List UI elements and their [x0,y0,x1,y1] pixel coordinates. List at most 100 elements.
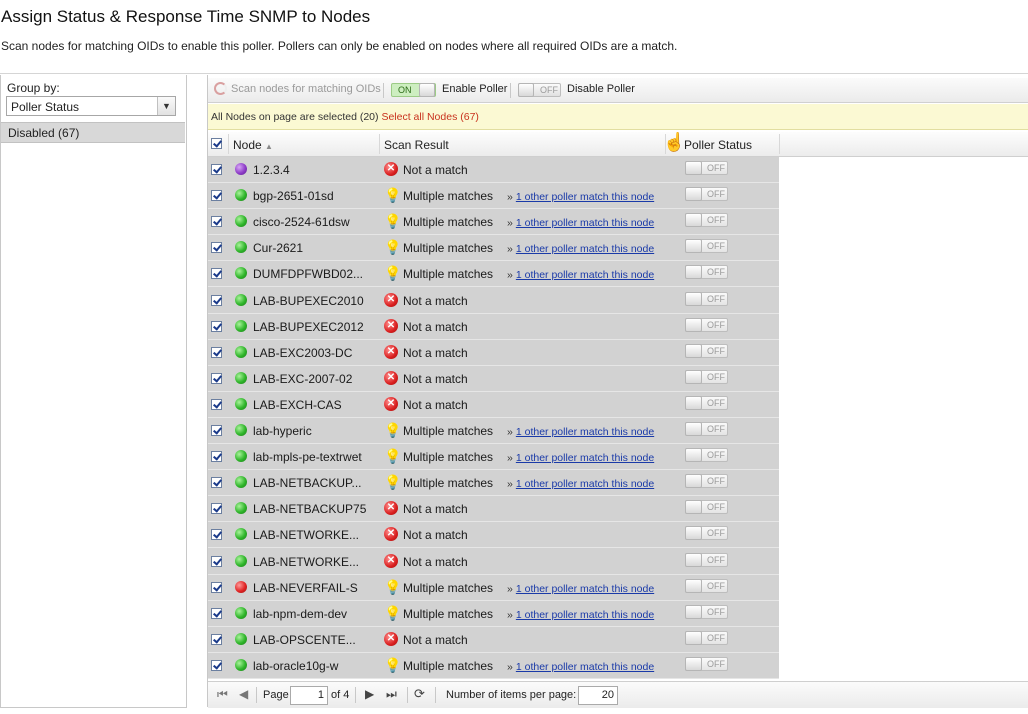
table-row[interactable]: DUMFDPFWBD02... 💡 Multiple matches » 1 other… [208,261,779,287]
table-row[interactable]: lab-mpls-pe-textrwet 💡 Multiple matches » 1 … [208,444,779,470]
other-poller-match-link[interactable]: » 1 other poller match this node [507,243,654,255]
row-checkbox[interactable] [211,451,222,462]
poller-status-toggle[interactable]: OFF [685,448,728,462]
other-poller-match-link[interactable]: » 1 other poller match this node [507,583,654,595]
next-page-icon[interactable]: ▶ [365,687,374,701]
prev-page-icon[interactable]: ◀ [239,687,248,701]
node-name[interactable]: LAB-NETBACKUP... [253,476,381,490]
node-name[interactable]: lab-mpls-pe-textrwet [253,450,381,464]
node-name[interactable]: Cur-2621 [253,241,381,255]
node-name[interactable]: LAB-NEVERFAIL-S [253,581,381,595]
last-page-icon[interactable]: ⏭ [386,687,397,702]
row-checkbox[interactable] [211,164,222,175]
node-name[interactable]: LAB-EXC-2007-02 [253,372,381,386]
other-poller-match-link[interactable]: » 1 other poller match this node [507,478,654,490]
poller-status-toggle[interactable]: OFF [685,292,728,306]
row-checkbox[interactable] [211,425,222,436]
table-row[interactable]: LAB-NETBACKUP... 💡 Multiple matches » 1 othe… [208,470,779,496]
table-row[interactable]: LAB-EXCH-CAS ✕ Not a match OFF [208,392,779,418]
enable-poller-button[interactable]: Enable Poller [442,83,507,95]
node-name[interactable]: DUMFDPFWBD02... [253,267,381,281]
node-name[interactable]: lab-hyperic [253,424,381,438]
table-row[interactable]: lab-oracle10g-w 💡 Multiple matches » 1 other… [208,653,779,679]
table-row[interactable]: Cur-2621 💡 Multiple matches » 1 other poller… [208,235,779,261]
poller-status-toggle[interactable]: OFF [685,526,728,540]
select-all-link[interactable]: Select all Nodes (67) [381,111,478,123]
node-name[interactable]: lab-oracle10g-w [253,659,381,673]
node-name[interactable]: LAB-EXC2003-DC [253,346,381,360]
table-row[interactable]: LAB-NETBACKUP75 ✕ Not a match OFF [208,496,779,522]
row-checkbox[interactable] [211,477,222,488]
row-checkbox[interactable] [211,556,222,567]
column-header-scan-result[interactable]: Scan Result [384,138,449,152]
poller-status-toggle[interactable]: OFF [685,631,728,645]
row-checkbox[interactable] [211,347,222,358]
node-name[interactable]: cisco-2524-61dsw [253,215,381,229]
node-name[interactable]: lab-npm-dem-dev [253,607,381,621]
table-row[interactable]: LAB-OPSCENTE... ✕ Not a match OFF [208,627,779,653]
column-header-poller-status[interactable]: Poller Status [684,138,752,152]
poller-status-toggle[interactable]: OFF [685,161,728,175]
select-all-checkbox[interactable] [211,138,222,149]
poller-status-toggle[interactable]: OFF [685,500,728,514]
disable-poller-button[interactable]: Disable Poller [567,83,635,95]
table-row[interactable]: LAB-EXC2003-DC ✕ Not a match OFF [208,340,779,366]
table-row[interactable]: LAB-EXC-2007-02 ✕ Not a match OFF [208,366,779,392]
table-row[interactable]: LAB-NETWORKE... ✕ Not a match OFF [208,549,779,575]
row-checkbox[interactable] [211,660,222,671]
node-name[interactable]: bgp-2651-01sd [253,189,381,203]
poller-status-toggle[interactable]: OFF [685,657,728,671]
table-row[interactable]: lab-hyperic 💡 Multiple matches » 1 other pol… [208,418,779,444]
table-row[interactable]: LAB-NETWORKE... ✕ Not a match OFF [208,522,779,548]
other-poller-match-link[interactable]: » 1 other poller match this node [507,269,654,281]
group-item-disabled[interactable]: Disabled (67) [1,122,185,143]
node-name[interactable]: LAB-NETBACKUP75 [253,502,381,516]
row-checkbox[interactable] [211,190,222,201]
row-checkbox[interactable] [211,321,222,332]
node-name[interactable]: LAB-OPSCENTE... [253,633,381,647]
poller-status-toggle[interactable]: OFF [685,474,728,488]
node-name[interactable]: 1.2.3.4 [253,163,381,177]
table-row[interactable]: LAB-BUPEXEC2012 ✕ Not a match OFF [208,314,779,340]
table-row[interactable]: cisco-2524-61dsw 💡 Multiple matches » 1 othe… [208,209,779,235]
table-row[interactable]: bgp-2651-01sd 💡 Multiple matches » 1 other p… [208,183,779,209]
table-row[interactable]: LAB-NEVERFAIL-S 💡 Multiple matches » 1 other… [208,575,779,601]
enable-poller-toggle[interactable]: ON [391,83,436,97]
first-page-icon[interactable]: ⏮ [217,687,228,702]
disable-poller-toggle[interactable]: OFF [518,83,561,97]
row-checkbox[interactable] [211,268,222,279]
row-checkbox[interactable] [211,503,222,514]
scan-nodes-button[interactable]: Scan nodes for matching OIDs [231,83,381,95]
node-name[interactable]: LAB-BUPEXEC2012 [253,320,381,334]
node-name[interactable]: LAB-NETWORKE... [253,555,381,569]
poller-status-toggle[interactable]: OFF [685,239,728,253]
poller-status-toggle[interactable]: OFF [685,579,728,593]
chevron-down-icon[interactable]: ▼ [157,97,175,115]
page-number-input[interactable]: 1 [290,686,328,705]
node-name[interactable]: LAB-NETWORKE... [253,528,381,542]
other-poller-match-link[interactable]: » 1 other poller match this node [507,452,654,464]
other-poller-match-link[interactable]: » 1 other poller match this node [507,191,654,203]
poller-status-toggle[interactable]: OFF [685,344,728,358]
poller-status-toggle[interactable]: OFF [685,318,728,332]
row-checkbox[interactable] [211,295,222,306]
other-poller-match-link[interactable]: » 1 other poller match this node [507,609,654,621]
node-name[interactable]: LAB-BUPEXEC2010 [253,294,381,308]
table-row[interactable]: 1.2.3.4 ✕ Not a match OFF [208,157,779,183]
row-checkbox[interactable] [211,582,222,593]
table-row[interactable]: LAB-BUPEXEC2010 ✕ Not a match OFF [208,288,779,314]
other-poller-match-link[interactable]: » 1 other poller match this node [507,217,654,229]
poller-status-toggle[interactable]: OFF [685,213,728,227]
poller-status-toggle[interactable]: OFF [685,605,728,619]
row-checkbox[interactable] [211,634,222,645]
poller-status-toggle[interactable]: OFF [685,370,728,384]
poller-status-toggle[interactable]: OFF [685,187,728,201]
other-poller-match-link[interactable]: » 1 other poller match this node [507,426,654,438]
poller-status-toggle[interactable]: OFF [685,422,728,436]
row-checkbox[interactable] [211,529,222,540]
refresh-icon[interactable]: ⟳ [414,686,425,702]
row-checkbox[interactable] [211,373,222,384]
row-checkbox[interactable] [211,608,222,619]
column-header-node[interactable]: Node ▲ [233,138,273,152]
poller-status-toggle[interactable]: OFF [685,396,728,410]
